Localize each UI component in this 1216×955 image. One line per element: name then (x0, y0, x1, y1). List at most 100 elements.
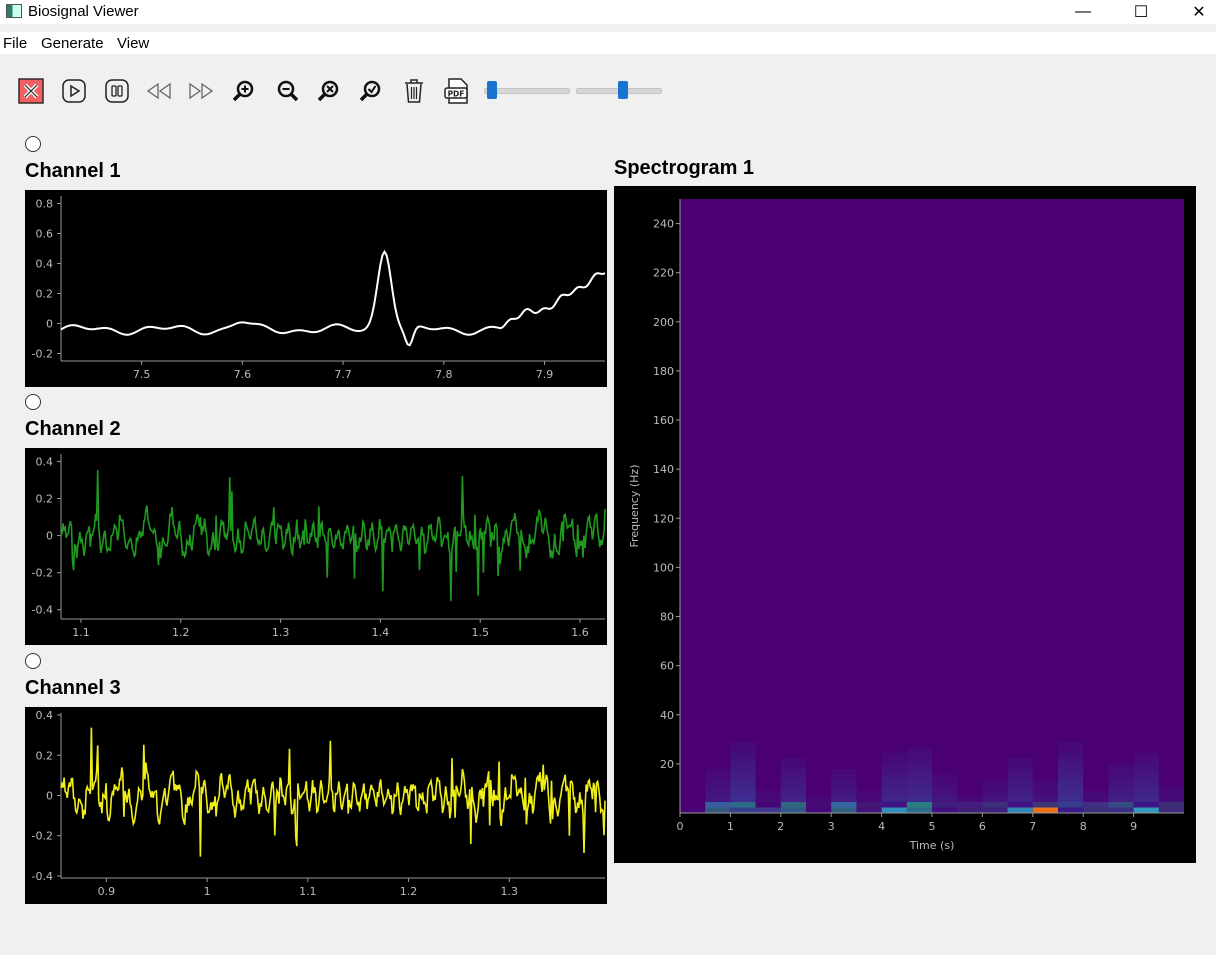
spectrogram-cell (780, 785, 806, 791)
spectrogram-cell (906, 780, 932, 786)
spectrogram-cell (932, 785, 958, 791)
y-tick-label: 20 (660, 758, 674, 771)
channel-2-plot[interactable]: -0.4 -0.2 0 0.2 0.4 1.1 1.2 1.3 1.4 1.5 1.6 (25, 448, 607, 645)
spectrogram-cell (780, 780, 806, 786)
spectrogram-cell (730, 796, 756, 802)
zoom-in-button[interactable] (229, 76, 259, 106)
play-icon (62, 79, 86, 103)
export-pdf-button[interactable]: PDF (442, 76, 472, 106)
spectrogram-cell (906, 785, 932, 791)
spectrogram-cell (881, 796, 907, 802)
spectrogram-cell (881, 780, 907, 786)
x-tick-label: 7.8 (435, 368, 453, 381)
spectrogram-cell (780, 774, 806, 780)
x-tick-label: 1 (204, 885, 211, 898)
spectrogram-cell (906, 774, 932, 780)
spectrogram-cell (1058, 774, 1084, 780)
y-tick-label: 0 (46, 790, 53, 803)
zoom-reset-button[interactable] (314, 76, 344, 106)
stop-button[interactable] (16, 76, 46, 106)
zoom-fit-button[interactable] (356, 76, 386, 106)
menu-generate[interactable]: Generate (41, 35, 104, 52)
x-tick-label: 7 (1029, 820, 1036, 833)
spectrogram-cell (806, 807, 832, 813)
spectrogram-cell (1032, 785, 1058, 791)
spectrogram-cell (1032, 802, 1058, 808)
spectrogram-cell (982, 807, 1008, 813)
spectrogram-cell (982, 780, 1008, 786)
spectrogram-cell (1133, 774, 1159, 780)
channel-2-radio[interactable] (25, 394, 41, 410)
minimize-button[interactable]: — (1060, 0, 1106, 24)
maximize-button[interactable]: ☐ (1118, 0, 1164, 24)
x-tick-label: 2 (777, 820, 784, 833)
slider-2[interactable] (576, 81, 662, 99)
y-tick-label: 0.8 (36, 198, 54, 211)
spectrogram-cell (1083, 791, 1109, 797)
spectrogram-image (680, 199, 1184, 813)
window-title: Biosignal Viewer (28, 3, 139, 20)
delete-button[interactable] (399, 76, 429, 106)
y-tick-label: -0.4 (32, 870, 53, 883)
spectrogram-cell (856, 802, 882, 808)
spectrogram-cell (1108, 802, 1134, 808)
x-tick-label: 1.2 (172, 626, 190, 639)
play-button[interactable] (59, 76, 89, 106)
channel-1-chart: -0.2 0 0.2 0.4 0.6 0.8 7.5 7.6 7.7 7.8 7.9 (32, 196, 606, 381)
menu-bar: File Generate View (0, 32, 1216, 54)
spectrogram-cell (780, 807, 806, 813)
spectrogram-cell (705, 769, 731, 775)
spectrogram-cell (730, 802, 756, 808)
channel-3-radio[interactable] (25, 653, 41, 669)
spectrogram-cell (1032, 791, 1058, 797)
spectrogram-cell (906, 802, 932, 808)
channel-1-plot[interactable]: -0.2 0 0.2 0.4 0.6 0.8 7.5 7.6 7.7 7.8 7.9 (25, 190, 607, 387)
spectrogram-cell (1133, 807, 1159, 813)
pdf-icon: PDF (444, 78, 468, 104)
app-icon (6, 4, 22, 18)
slider-2-handle[interactable] (617, 81, 628, 99)
spectrogram-cell (982, 796, 1008, 802)
channel-1-radio[interactable] (25, 136, 41, 152)
menu-view[interactable]: View (117, 35, 149, 52)
x-tick-label: 1.4 (372, 626, 390, 639)
fast-forward-icon (189, 82, 214, 100)
y-tick-label: 140 (653, 463, 674, 476)
spectrogram-cell (755, 796, 781, 802)
spectrogram-cell (705, 802, 731, 808)
spectrogram-cell (881, 763, 907, 769)
spectrogram-cell (806, 796, 832, 802)
spectrogram-cell (906, 758, 932, 764)
close-button[interactable]: ✕ (1176, 0, 1216, 24)
zoom-out-button[interactable] (272, 76, 302, 106)
spectrogram-cell (1058, 747, 1084, 753)
spectrogram-cell (806, 802, 832, 808)
channel-2-title: Channel 2 (25, 418, 121, 440)
fast-forward-button[interactable] (186, 76, 216, 106)
spectrogram-cell (1133, 791, 1159, 797)
pause-button[interactable] (102, 76, 132, 106)
spectrogram-cell (1032, 807, 1058, 813)
slider-1[interactable] (484, 81, 570, 99)
channel-3-plot[interactable]: -0.4 -0.2 0 0.2 0.4 0.9 1 1.1 1.2 1.3 (25, 707, 607, 904)
y-tick-label: -0.2 (32, 830, 53, 843)
y-tick-label: 100 (653, 561, 674, 574)
spectrogram-cell (1007, 774, 1033, 780)
slider-1-handle[interactable] (487, 81, 498, 99)
spectrogram-cell (1133, 769, 1159, 775)
spectrogram-cell (1158, 796, 1184, 802)
rewind-button[interactable] (144, 76, 174, 106)
x-tick-label: 0 (677, 820, 684, 833)
spectrogram-cell (730, 741, 756, 747)
menu-file[interactable]: File (3, 35, 27, 52)
spectrogram-cell (1158, 807, 1184, 813)
toolbar: PDF (0, 72, 700, 112)
spectrogram-cell (831, 780, 857, 786)
spectrogram-cell (705, 785, 731, 791)
spectrogram-cell (831, 785, 857, 791)
spectrogram-cell (1032, 780, 1058, 786)
spectrogram-cell (906, 807, 932, 813)
spectrogram-cell (730, 758, 756, 764)
spectrogram-plot[interactable]: 20 40 60 80 100 120 140 160 180 200 220 240 0 1 2 3 4 5 6 7… (614, 186, 1196, 863)
spectrogram-cell (1133, 802, 1159, 808)
